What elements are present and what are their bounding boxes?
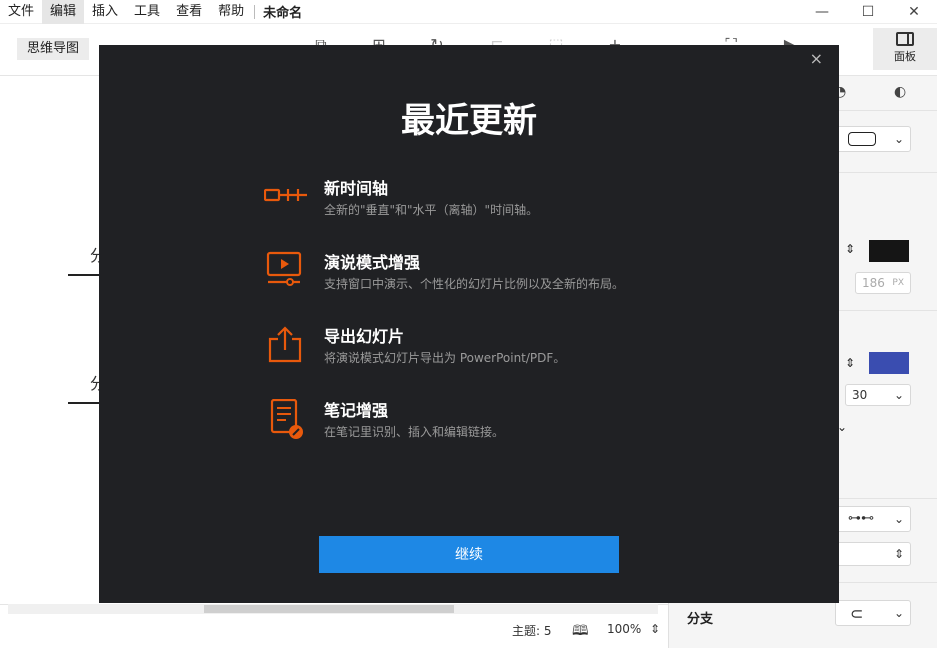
spinner-icon[interactable]: ⇕ bbox=[845, 356, 855, 370]
panel-label: 面板 bbox=[894, 50, 916, 63]
feature-desc: 在笔记里识别、插入和编辑链接。 bbox=[324, 425, 505, 439]
maximize-button[interactable]: ☐ bbox=[845, 0, 891, 24]
connector-icon: ⊶⊷ bbox=[848, 511, 874, 526]
feature-desc: 全新的"垂直"和"水平（离轴）"时间轴。 bbox=[324, 203, 539, 217]
close-window-button[interactable]: ✕ bbox=[891, 0, 937, 24]
branch-style-select[interactable]: ⊂ ⌄ bbox=[835, 600, 911, 626]
panel-button[interactable]: 面板 bbox=[873, 28, 937, 70]
minimize-button[interactable]: — bbox=[799, 0, 845, 24]
feature-item: 笔记增强 在笔记里识别、插入和编辑链接。 bbox=[264, 397, 664, 447]
horizontal-scrollbar[interactable] bbox=[8, 604, 658, 614]
window-controls: — ☐ ✕ bbox=[799, 0, 937, 24]
feature-desc: 将演说模式幻灯片导出为 PowerPoint/PDF。 bbox=[324, 351, 566, 365]
shape-select[interactable]: ⌄ bbox=[835, 126, 911, 152]
text-color-swatch[interactable] bbox=[869, 352, 909, 374]
menu-help[interactable]: 帮助 bbox=[210, 0, 252, 24]
width-input[interactable]: 186 PX bbox=[855, 272, 911, 294]
note-link-icon bbox=[270, 399, 303, 439]
mindmap-mode-button[interactable]: 思维导图 bbox=[17, 38, 90, 60]
whats-new-dialog: × 最近更新 新时间轴 全新的"垂直"和"水平（离轴）"时间轴。 演说模式增强 … bbox=[99, 45, 839, 603]
close-icon[interactable]: × bbox=[810, 49, 823, 68]
menu-tools[interactable]: 工具 bbox=[126, 0, 168, 24]
document-title: 未命名 bbox=[263, 6, 303, 21]
feature-title: 笔记增强 bbox=[324, 401, 389, 420]
fill-color-swatch[interactable] bbox=[869, 240, 909, 262]
menu-file[interactable]: 文件 bbox=[0, 0, 42, 24]
feature-desc: 支持窗口中演示、个性化的幻灯片比例以及全新的布局。 bbox=[324, 277, 625, 291]
feature-title: 演说模式增强 bbox=[324, 253, 421, 272]
scrollbar-thumb[interactable] bbox=[204, 605, 454, 613]
timeline-icon bbox=[264, 188, 307, 202]
feature-title: 导出幻灯片 bbox=[324, 327, 405, 346]
line-select[interactable]: ⇕ bbox=[835, 542, 911, 566]
dialog-title: 最近更新 bbox=[401, 101, 537, 141]
zoom-level[interactable]: 100% bbox=[607, 622, 641, 636]
feature-title: 新时间轴 bbox=[324, 179, 389, 198]
topic-count: 主题: 5 bbox=[512, 624, 552, 638]
menu-edit[interactable]: 编辑 bbox=[42, 0, 85, 24]
feature-item: 导出幻灯片 将演说模式幻灯片导出为 PowerPoint/PDF。 bbox=[264, 323, 664, 373]
presentation-icon bbox=[266, 251, 302, 286]
zoom-spinner-icon[interactable]: ⇕ bbox=[650, 622, 660, 636]
feature-item: 新时间轴 全新的"垂直"和"水平（离轴）"时间轴。 bbox=[264, 175, 664, 225]
spinner-icon[interactable]: ⇕ bbox=[845, 242, 855, 256]
font-size-select[interactable]: 30 ⌄ bbox=[845, 384, 911, 406]
outline-icon[interactable]: 🕮 bbox=[572, 620, 589, 644]
menu-insert[interactable]: 插入 bbox=[84, 0, 126, 24]
menu-separator bbox=[254, 4, 256, 19]
continue-button[interactable]: 继续 bbox=[319, 536, 619, 573]
menu-bar: 文件 编辑 插入 工具 查看 帮助 未命名 bbox=[0, 0, 937, 24]
connector-select[interactable]: ⊶⊷ ⌄ bbox=[835, 506, 911, 532]
feature-item: 演说模式增强 支持窗口中演示、个性化的幻灯片比例以及全新的布局。 bbox=[264, 249, 664, 299]
panel-icon bbox=[896, 32, 914, 46]
theme-icon[interactable]: ◐ bbox=[894, 84, 906, 100]
branch-section-label: 分支 bbox=[687, 612, 714, 627]
menu-view[interactable]: 查看 bbox=[168, 0, 210, 24]
branch-style-icon: ⊂ bbox=[850, 604, 864, 623]
export-icon bbox=[268, 326, 302, 363]
shape-preview-icon bbox=[848, 132, 876, 146]
